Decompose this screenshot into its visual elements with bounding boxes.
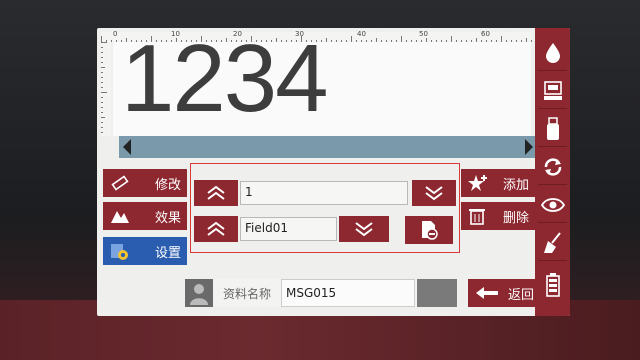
ink-drop-button[interactable]	[538, 36, 567, 71]
add-star-icon	[467, 174, 489, 192]
trash-icon	[467, 207, 487, 225]
ruler-tick	[111, 40, 112, 42]
edit-button-label: 修改	[154, 177, 181, 193]
horizontal-ruler: 0 10 20 30 40 50 60	[101, 30, 532, 42]
view-button[interactable]	[538, 188, 567, 223]
message-name-field[interactable]: MSG015	[281, 279, 415, 307]
scroll-right-icon[interactable]	[525, 139, 533, 155]
preview-canvas[interactable]: 1234	[113, 42, 531, 136]
field-down-button[interactable]	[339, 216, 389, 242]
ruler-tick	[101, 102, 103, 103]
usb-button[interactable]	[538, 112, 567, 147]
effect-icon	[109, 207, 131, 225]
ruler-tick	[101, 112, 103, 113]
content-input[interactable]: 1	[240, 181, 408, 205]
ink-drop-icon	[545, 43, 560, 63]
ruler-mark: 10	[171, 30, 180, 38]
ruler-tick	[101, 107, 103, 108]
ruler-tick	[101, 97, 103, 98]
ruler-mark: 30	[295, 30, 304, 38]
back-button-label: 返回	[507, 287, 534, 303]
edit-button[interactable]: 修改	[103, 169, 187, 197]
back-arrow-icon	[474, 285, 500, 301]
chevron-up-icon	[207, 221, 225, 236]
chevron-down-icon	[355, 222, 373, 237]
settings-icon	[109, 241, 131, 261]
field-properties-button[interactable]	[405, 216, 453, 244]
right-sidebar	[535, 28, 570, 316]
effect-button-label: 效果	[154, 210, 181, 226]
ruler-tick	[101, 77, 103, 78]
ruler-mark: 50	[419, 30, 428, 38]
ruler-tick	[101, 57, 103, 58]
chevron-up-icon	[207, 185, 225, 200]
ruler-mark: 40	[357, 30, 366, 38]
document-edit-icon	[422, 221, 438, 240]
ruler-tick	[101, 122, 103, 123]
ruler-tick	[101, 52, 103, 53]
ruler-tick	[101, 62, 103, 63]
delete-button[interactable]: 删除	[461, 202, 535, 230]
add-button[interactable]: 添加	[461, 169, 535, 197]
horizontal-scrollbar[interactable]	[119, 136, 537, 158]
ruler-tick	[101, 42, 107, 43]
clean-button[interactable]	[538, 226, 567, 261]
ruler-tick	[101, 92, 107, 93]
scroll-left-icon[interactable]	[123, 139, 131, 155]
pencil-icon	[109, 174, 131, 192]
add-button-label: 添加	[502, 177, 529, 193]
broom-icon	[543, 232, 561, 253]
user-icon	[185, 279, 213, 307]
field-select[interactable]: Field01	[240, 217, 337, 241]
eye-icon	[540, 198, 565, 212]
ruler-mark: 60	[481, 30, 490, 38]
battery-button[interactable]	[538, 268, 567, 302]
battery-icon	[545, 273, 560, 297]
ruler-mark: 0	[113, 30, 118, 38]
ruler-tick	[101, 47, 103, 48]
ruler-tick	[101, 82, 103, 83]
refresh-button[interactable]	[538, 150, 567, 185]
message-name-bar: 资料名称 MSG015	[185, 279, 457, 307]
ruler-tick	[101, 132, 103, 133]
ruler-tick	[531, 40, 532, 42]
preview-text: 1234	[121, 42, 329, 132]
settings-button-label: 设置	[154, 245, 181, 261]
effect-button[interactable]: 效果	[103, 202, 187, 230]
ruler-tick	[101, 117, 105, 118]
message-name-label: 资料名称	[223, 287, 272, 301]
content-down-button[interactable]	[412, 180, 456, 206]
back-button[interactable]: 返回	[468, 279, 540, 307]
message-name-dropdown[interactable]	[417, 279, 457, 307]
ruler-tick	[101, 127, 103, 128]
ruler-tick	[101, 87, 103, 88]
field-editor-frame: 1 Field01	[190, 163, 460, 253]
ruler-tick	[101, 72, 103, 73]
delete-button-label: 删除	[502, 210, 529, 226]
chevron-down-icon	[425, 186, 443, 201]
printer-icon	[543, 81, 562, 100]
field-up-button[interactable]	[194, 216, 238, 242]
usb-icon	[546, 117, 559, 140]
settings-button[interactable]: 设置	[103, 237, 187, 265]
content-up-button[interactable]	[194, 180, 238, 206]
vertical-ruler	[101, 42, 111, 136]
ruler-mark: 20	[233, 30, 242, 38]
printer-button[interactable]	[538, 74, 567, 109]
touch-screen: 0 10 20 30 40 50 60 1234 修改 效果 设置 1 Fiel…	[97, 28, 570, 316]
ruler-tick	[101, 67, 105, 68]
refresh-icon	[544, 158, 561, 176]
